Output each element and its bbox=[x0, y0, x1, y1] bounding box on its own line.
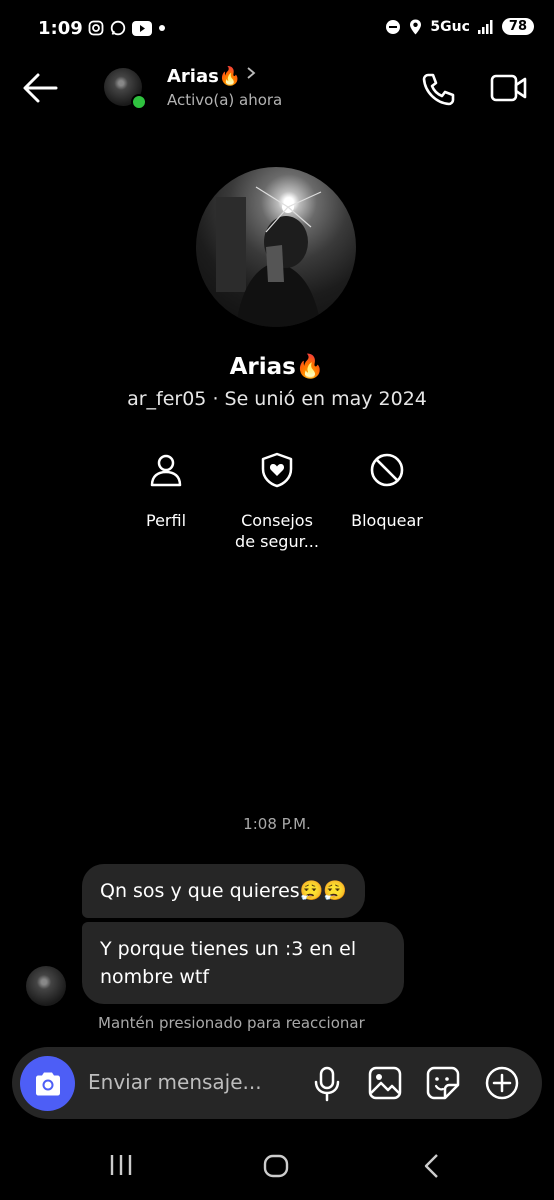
profile-label: Perfil bbox=[145, 511, 187, 530]
status-time: 1:09 bbox=[38, 18, 83, 39]
nav-back-icon[interactable] bbox=[420, 1152, 444, 1180]
header-name[interactable]: Arias🔥 bbox=[167, 66, 257, 87]
safety-tips-label: Consejos de segur... bbox=[235, 511, 319, 551]
whatsapp-icon bbox=[110, 20, 126, 36]
back-arrow-icon[interactable] bbox=[22, 72, 58, 104]
gallery-icon[interactable] bbox=[368, 1066, 402, 1100]
profile-username-joined: ar_fer05 · Se unió en may 2024 bbox=[127, 388, 427, 410]
profile-photo-art bbox=[216, 186, 322, 327]
signal-icon bbox=[477, 19, 493, 34]
profile-name: Arias🔥 bbox=[229, 354, 325, 380]
youtube-icon bbox=[132, 20, 152, 36]
dnd-icon bbox=[386, 19, 401, 34]
shield-heart-icon bbox=[261, 452, 293, 488]
video-call-icon[interactable] bbox=[490, 72, 528, 104]
location-icon bbox=[410, 19, 422, 34]
received-message[interactable]: Qn sos y que quieres😮‍💨😮‍💨 bbox=[82, 864, 365, 918]
safety-tips-button[interactable]: Consejos de segur... bbox=[217, 452, 337, 552]
battery-indicator: 78 bbox=[501, 18, 534, 35]
contact-name: Arias🔥 bbox=[167, 66, 242, 87]
instagram-icon bbox=[88, 20, 104, 36]
reaction-hint: Mantén presionado para reaccionar bbox=[98, 1014, 365, 1032]
notification-icons bbox=[88, 20, 166, 36]
dot-icon bbox=[159, 25, 165, 31]
message-text: Qn sos y que quieres😮‍💨😮‍💨 bbox=[100, 880, 347, 902]
microphone-icon[interactable] bbox=[313, 1066, 341, 1102]
add-icon[interactable] bbox=[485, 1066, 519, 1100]
active-status: Activo(a) ahora bbox=[167, 91, 283, 109]
sticker-icon[interactable] bbox=[426, 1066, 460, 1100]
camera-icon bbox=[35, 1072, 60, 1095]
network-type: 5Guc bbox=[430, 18, 470, 35]
person-icon bbox=[150, 454, 182, 487]
phone-icon[interactable] bbox=[420, 72, 456, 106]
recents-icon[interactable] bbox=[108, 1152, 134, 1178]
camera-button[interactable] bbox=[20, 1056, 75, 1111]
block-icon bbox=[370, 453, 404, 487]
message-input[interactable] bbox=[88, 1070, 288, 1094]
sender-avatar[interactable] bbox=[26, 966, 66, 1006]
message-timestamp: 1:08 P.M. bbox=[243, 815, 311, 833]
profile-picture[interactable] bbox=[196, 167, 356, 327]
block-label: Bloquear bbox=[351, 511, 423, 530]
block-button[interactable]: Bloquear bbox=[327, 452, 447, 531]
status-right: 5Guc 78 bbox=[385, 18, 534, 35]
online-status-dot bbox=[131, 94, 147, 110]
profile-button[interactable]: Perfil bbox=[106, 452, 226, 531]
home-icon[interactable] bbox=[262, 1152, 290, 1180]
received-message[interactable]: Y porque tienes un :3 en el nombre wtf bbox=[82, 922, 404, 1004]
message-text: Y porque tienes un :3 en el nombre wtf bbox=[100, 938, 357, 988]
chevron-right-icon bbox=[247, 67, 256, 79]
